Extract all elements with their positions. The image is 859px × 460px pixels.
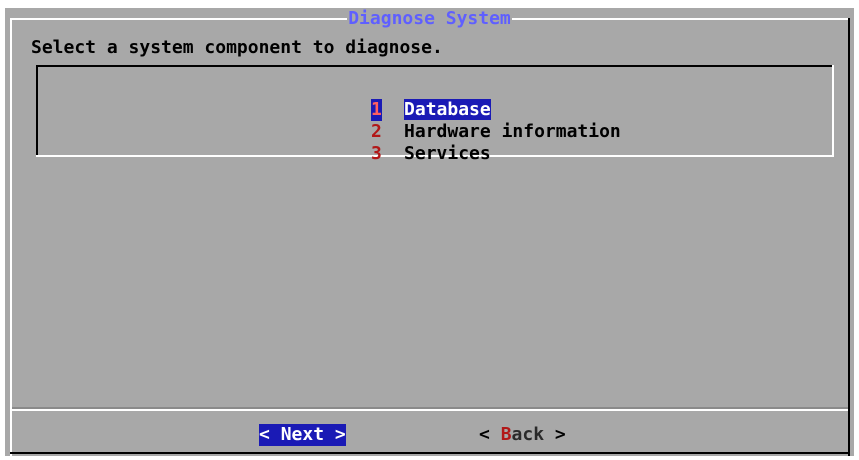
menu-border-left — [36, 65, 38, 157]
dialog-prompt: Select a system component to diagnose. — [31, 37, 443, 58]
back-button-bracket-right: > — [544, 424, 566, 445]
back-button-bracket-left: < — [479, 424, 501, 445]
next-button-bracket-right: > — [324, 424, 346, 445]
menu-border-top — [36, 65, 834, 67]
back-button-hotkey: B — [500, 424, 512, 445]
dialog-title: Diagnose System — [347, 8, 512, 29]
menu-item-services[interactable]: 3 Services — [306, 121, 491, 164]
menu-item-hardware-information[interactable]: 2 Hardware information — [306, 99, 621, 142]
dialog-border-right — [848, 18, 850, 456]
back-button-label: ack — [511, 424, 545, 445]
dialog-border-bottom — [10, 452, 850, 454]
next-button[interactable]: < Next > — [259, 424, 346, 446]
dialog-title-bar: Diagnose System — [5, 8, 854, 30]
diagnose-dialog: Diagnose System Select a system componen… — [5, 8, 854, 456]
next-button-bracket-left: < — [259, 424, 281, 445]
next-button-label: Next — [280, 424, 325, 445]
menu-border-right — [832, 65, 834, 157]
component-menu: 1 Database 2 Hardware information 3 Service… — [36, 65, 834, 164]
dialog-border-left — [10, 18, 12, 456]
menu-item-database[interactable]: 1 Database — [306, 77, 491, 121]
menu-item-number: 3 — [371, 143, 382, 164]
back-button[interactable]: < Back > — [479, 424, 566, 446]
menu-item-label: Services — [404, 143, 491, 164]
button-bar-divider — [12, 409, 848, 411]
